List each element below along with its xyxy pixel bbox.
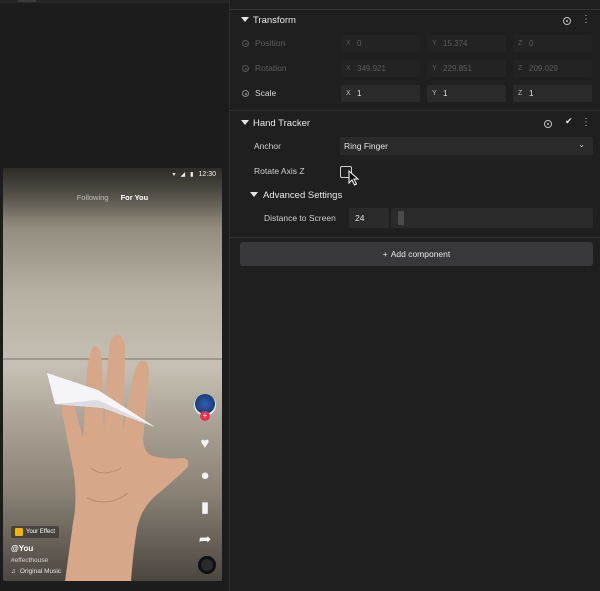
bookmark-icon[interactable]: ▮ xyxy=(197,500,213,516)
caption-hashtag[interactable]: #effecthouse xyxy=(11,557,61,564)
position-row: Position X0 Y 15.374 Z0 xyxy=(230,35,600,53)
keyframe-icon[interactable] xyxy=(242,40,249,47)
follow-plus-icon[interactable]: + xyxy=(200,411,210,421)
position-z-value: 0 xyxy=(529,39,534,48)
keyframe-icon[interactable] xyxy=(242,65,249,72)
plus-icon: + xyxy=(382,249,388,259)
comment-icon[interactable]: ● xyxy=(197,468,213,484)
rotation-y-value: 229.851 xyxy=(443,64,472,73)
scale-y-value: 1 xyxy=(443,89,448,98)
app-window: ▾ ◢ ▮ 12:30 Following For You + ♥ ● ▮ ➦ … xyxy=(0,0,600,591)
hand-image xyxy=(47,334,189,581)
position-x-field[interactable]: X0 xyxy=(341,35,420,52)
position-y-value: 15.374 xyxy=(443,39,468,48)
position-y-field[interactable]: Y 15.374 xyxy=(427,35,506,52)
anchor-label: Anchor xyxy=(254,141,281,151)
effect-icon xyxy=(15,528,23,536)
more-icon[interactable]: ⋮ xyxy=(581,116,591,130)
distance-input[interactable]: 24 xyxy=(349,208,389,228)
effect-chip[interactable]: Your Effect xyxy=(11,526,60,538)
rotation-x-field[interactable]: X 349.921 xyxy=(341,60,420,77)
add-component-button[interactable]: + Add component xyxy=(240,242,593,266)
rotate-axis-label: Rotate Axis Z xyxy=(254,166,305,176)
rotation-z-value: 209.029 xyxy=(529,64,558,73)
collapse-triangle-icon[interactable] xyxy=(241,17,249,22)
position-x-value: 0 xyxy=(357,39,362,48)
enable-check-icon[interactable]: ✔ xyxy=(565,116,573,127)
axis-z: Z xyxy=(518,90,523,97)
collapse-triangle-icon[interactable] xyxy=(241,120,249,125)
scale-y-field[interactable]: Y1 xyxy=(427,85,506,102)
toolbar-stub xyxy=(18,0,36,2)
creator-avatar[interactable]: + xyxy=(194,394,216,421)
anchor-value: Ring Finger xyxy=(344,141,388,151)
rotation-row: Rotation X 349.921 Y 229.851 Z 209.029 xyxy=(230,60,600,78)
axis-z: Z xyxy=(518,40,523,47)
divider xyxy=(230,110,600,111)
axis-x: X xyxy=(346,90,351,97)
keyframe-icon[interactable] xyxy=(242,90,249,97)
axis-y: Y xyxy=(432,40,437,47)
transform-header[interactable]: Transform ⋮ xyxy=(230,11,600,33)
distance-label: Distance to Screen xyxy=(264,213,336,223)
rotation-x-value: 349.921 xyxy=(357,64,386,73)
axis-x: X xyxy=(346,40,351,47)
divider xyxy=(229,237,600,238)
inspector-panel: Transform ⋮ Position X0 Y 15.374 Z0 Rotat… xyxy=(229,0,600,591)
music-note-icon: ♫ xyxy=(11,568,16,575)
scale-z-value: 1 xyxy=(529,89,534,98)
music-label: Original Music xyxy=(19,568,62,575)
caption-music[interactable]: ♫ Original Music xyxy=(11,568,61,575)
distance-slider[interactable] xyxy=(391,208,593,228)
heart-icon[interactable]: ♥ xyxy=(197,436,213,452)
music-disc-icon[interactable] xyxy=(198,556,216,574)
axis-y: Y xyxy=(432,65,437,72)
scale-x-field[interactable]: X1 xyxy=(341,85,420,102)
scale-label: Scale xyxy=(255,88,277,98)
caption-user[interactable]: @You xyxy=(11,544,61,553)
effect-label: Your Effect xyxy=(26,529,56,535)
anchor-dropdown[interactable]: Ring Finger ⌄ xyxy=(340,137,593,155)
rotation-label: Rotation xyxy=(255,63,287,73)
advanced-settings-header[interactable]: Advanced Settings xyxy=(239,186,439,208)
axis-z: Z xyxy=(518,65,523,72)
chevron-down-icon: ⌄ xyxy=(578,140,585,149)
axis-x: X xyxy=(346,65,351,72)
hand-tracker-title: Hand Tracker xyxy=(253,118,311,129)
hand-tracker-header[interactable]: Hand Tracker ✔ ⋮ xyxy=(230,114,600,136)
scale-x-value: 1 xyxy=(357,89,362,98)
add-component-label: Add component xyxy=(390,249,451,259)
divider xyxy=(230,9,600,10)
position-z-field[interactable]: Z0 xyxy=(513,35,592,52)
reset-icon[interactable] xyxy=(544,120,552,128)
more-icon[interactable]: ⋮ xyxy=(581,13,591,27)
share-icon[interactable]: ➦ xyxy=(197,532,213,548)
phone-preview[interactable]: ▾ ◢ ▮ 12:30 Following For You + ♥ ● ▮ ➦ … xyxy=(3,168,222,581)
position-label: Position xyxy=(255,38,286,48)
scale-z-field[interactable]: Z1 xyxy=(513,85,592,102)
collapse-triangle-icon[interactable] xyxy=(250,192,258,197)
reset-icon[interactable] xyxy=(563,17,571,25)
slider-handle[interactable] xyxy=(398,211,404,225)
rotation-z-field[interactable]: Z 209.029 xyxy=(513,60,592,77)
action-rail: + ♥ ● ▮ ➦ xyxy=(193,394,217,548)
preview-pane: ▾ ◢ ▮ 12:30 Following For You + ♥ ● ▮ ➦ … xyxy=(0,0,229,591)
video-caption: Your Effect @You #effecthouse ♫ Original… xyxy=(11,526,61,575)
advanced-settings-title: Advanced Settings xyxy=(263,190,343,201)
rotation-y-field[interactable]: Y 229.851 xyxy=(427,60,506,77)
preview-toolbar xyxy=(0,0,229,3)
mouse-cursor-icon xyxy=(348,170,360,186)
hand-shape xyxy=(62,334,189,581)
scale-row: Scale X1 Y1 Z1 xyxy=(230,85,600,103)
transform-title: Transform xyxy=(253,15,296,26)
axis-y: Y xyxy=(432,90,437,97)
